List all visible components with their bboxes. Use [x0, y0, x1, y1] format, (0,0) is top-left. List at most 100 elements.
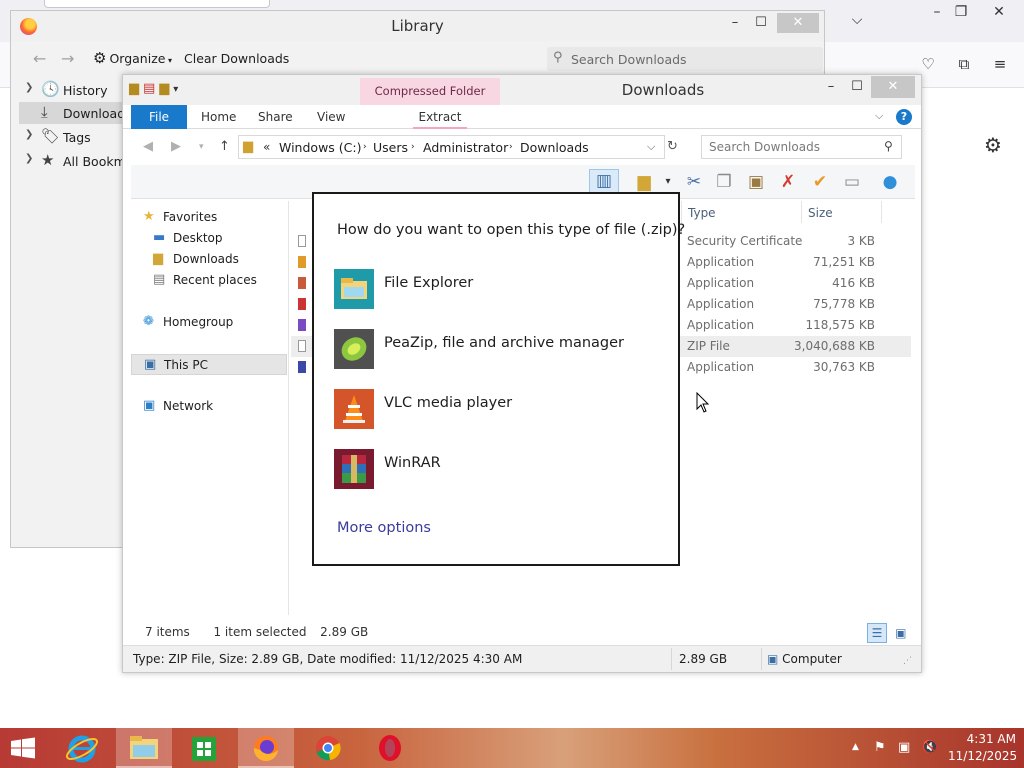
- tab-home[interactable]: Home: [201, 105, 236, 129]
- show-hidden-icons-icon[interactable]: ▲: [852, 742, 859, 752]
- library-maximize-button[interactable]: ☐: [747, 13, 775, 33]
- app-option-file-explorer[interactable]: File Explorer: [334, 269, 664, 313]
- explorer-close-button[interactable]: ✕: [871, 76, 915, 98]
- chat-bubble-icon[interactable]: ●: [877, 171, 903, 193]
- settings-gear-icon[interactable]: ⚙: [980, 132, 1006, 158]
- properties-icon[interactable]: ▭: [839, 171, 865, 193]
- select-folder-icon[interactable]: ▆: [631, 171, 657, 193]
- library-sidebar: ❯ 🕓 History ⤓ Downloads ❯ 🏷 Tags ❯ ★ All…: [19, 75, 131, 475]
- start-button[interactable]: [0, 728, 46, 768]
- breadcrumb-downloads[interactable]: Downloads: [520, 140, 589, 155]
- pocket-icon[interactable]: ♡: [916, 52, 940, 76]
- back-arrow-icon[interactable]: ◀: [143, 139, 153, 154]
- breadcrumb-users[interactable]: Users: [373, 140, 408, 155]
- sidebar-item-history[interactable]: ❯ 🕓 History: [19, 79, 131, 101]
- up-arrow-icon[interactable]: ↑: [219, 139, 230, 154]
- firefox-tab[interactable]: [44, 0, 270, 8]
- delete-icon[interactable]: ✗: [775, 171, 801, 193]
- help-icon[interactable]: ?: [896, 109, 912, 125]
- tab-share[interactable]: Share: [258, 105, 293, 129]
- copy-icon[interactable]: ❐: [711, 171, 737, 193]
- nav-item-favorites[interactable]: ★ Favorites: [131, 207, 287, 228]
- breadcrumb-administrator[interactable]: Administrator: [423, 140, 508, 155]
- taskbar-file-explorer[interactable]: [116, 728, 172, 768]
- dropdown-arrow-icon[interactable]: ▾: [655, 171, 681, 193]
- refresh-icon[interactable]: ↻: [667, 139, 678, 154]
- forward-arrow-icon[interactable]: ▶: [171, 139, 181, 154]
- network-icon[interactable]: ▣: [898, 740, 910, 755]
- taskbar-firefox[interactable]: [238, 728, 294, 768]
- expand-chevron-icon[interactable]: ❯: [25, 82, 33, 93]
- library-minimize-button[interactable]: –: [721, 13, 749, 33]
- column-header-size[interactable]: Size: [808, 206, 833, 220]
- breadcrumb-separator-icon[interactable]: ›: [509, 142, 513, 152]
- back-arrow-icon[interactable]: ←: [33, 49, 46, 68]
- nav-item-homegroup[interactable]: ❁ Homegroup: [131, 312, 287, 333]
- action-center-flag-icon[interactable]: ⚑: [874, 740, 886, 755]
- column-separator[interactable]: [801, 201, 802, 223]
- new-folder-icon[interactable]: ▆: [159, 81, 173, 96]
- nav-item-this-pc[interactable]: ▣ This PC: [131, 354, 287, 375]
- sidebar-item-downloads[interactable]: ⤓ Downloads: [19, 102, 131, 124]
- quick-access-toolbar[interactable]: ▆▤▆▾: [129, 81, 182, 96]
- app-option-vlc[interactable]: VLC media player: [334, 389, 664, 433]
- rename-icon[interactable]: ✔: [807, 171, 833, 193]
- close-button[interactable]: ✕: [984, 2, 1014, 22]
- clock-time[interactable]: 4:31 AM: [956, 732, 1016, 746]
- tab-view[interactable]: View: [317, 105, 345, 129]
- nav-item-network[interactable]: ▣ Network: [131, 396, 287, 417]
- details-view-icon[interactable]: ☰: [867, 623, 887, 643]
- folder-icon: ▆: [243, 139, 253, 154]
- explorer-maximize-button[interactable]: ☐: [843, 76, 871, 98]
- menu-icon[interactable]: ≡: [988, 52, 1012, 76]
- app-option-label: File Explorer: [384, 275, 474, 291]
- expand-chevron-icon[interactable]: ❯: [25, 153, 33, 164]
- taskbar-store[interactable]: [176, 728, 232, 768]
- clear-downloads-button[interactable]: Clear Downloads: [184, 51, 289, 66]
- cut-icon[interactable]: ✂: [681, 171, 707, 193]
- address-bar[interactable]: ▆ « Windows (C:) › Users › Administrator…: [238, 135, 665, 159]
- explorer-search-input[interactable]: Search Downloads ⚲: [701, 135, 902, 159]
- recent-locations-chevron-icon[interactable]: ▾: [199, 142, 204, 152]
- sidebar-item-all-bookmarks[interactable]: ❯ ★ All Bookmarks: [19, 150, 131, 172]
- customize-dropdown-icon[interactable]: ▾: [173, 84, 182, 95]
- nav-item-downloads[interactable]: ▆ Downloads: [131, 249, 287, 270]
- tab-file[interactable]: File: [131, 105, 187, 129]
- address-overflow-label[interactable]: «: [263, 140, 270, 154]
- compressed-folder-tools-tab[interactable]: Compressed Folder Tools: [360, 78, 500, 125]
- column-separator[interactable]: [881, 201, 882, 223]
- breadcrumb-separator-icon[interactable]: ›: [363, 142, 367, 152]
- taskbar-internet-explorer[interactable]: [54, 728, 110, 768]
- extensions-icon[interactable]: ⧉: [952, 52, 976, 76]
- organize-button[interactable]: ⚙ Organize ▾: [93, 49, 172, 67]
- expand-ribbon-chevron-icon[interactable]: ⌵: [875, 109, 883, 123]
- breadcrumb-separator-icon[interactable]: ›: [411, 142, 415, 152]
- nav-item-desktop[interactable]: ▬ Desktop: [131, 228, 287, 249]
- nav-item-recent-places[interactable]: ▤ Recent places: [131, 270, 287, 291]
- volume-muted-icon[interactable]: 🔇: [922, 740, 938, 755]
- taskbar-opera[interactable]: [362, 728, 418, 768]
- properties-icon[interactable]: ▤: [143, 81, 159, 96]
- taskbar-chrome[interactable]: [300, 728, 356, 768]
- explorer-minimize-button[interactable]: –: [817, 76, 845, 98]
- forward-arrow-icon[interactable]: →: [61, 49, 74, 68]
- sidebar-item-tags[interactable]: ❯ 🏷 Tags: [19, 126, 131, 148]
- large-icons-view-icon[interactable]: ▣: [891, 624, 911, 644]
- paste-icon[interactable]: ▣: [743, 171, 769, 193]
- app-option-winrar[interactable]: WinRAR: [334, 449, 664, 493]
- column-header-type[interactable]: Type: [688, 206, 716, 220]
- app-option-peazip[interactable]: PeaZip, file and archive manager: [334, 329, 664, 373]
- tab-extract[interactable]: Extract: [413, 105, 467, 129]
- resize-grip-icon[interactable]: ⋰: [903, 656, 912, 666]
- address-dropdown-icon[interactable]: ⌵: [647, 140, 655, 154]
- expand-chevron-icon[interactable]: ❯: [25, 129, 33, 140]
- library-search-input[interactable]: ⚲ Search Downloads: [547, 47, 823, 71]
- clock-date[interactable]: 11/12/2025: [948, 749, 1017, 763]
- library-close-button[interactable]: ✕: [777, 13, 819, 33]
- list-all-tabs-icon[interactable]: ⌵: [842, 10, 872, 30]
- breadcrumb-windows-c[interactable]: Windows (C:): [279, 140, 361, 155]
- restore-button[interactable]: ❐: [946, 2, 976, 22]
- file-size: 416 KB: [832, 276, 875, 290]
- more-options-link[interactable]: More options: [337, 520, 431, 536]
- column-separator[interactable]: [681, 201, 682, 223]
